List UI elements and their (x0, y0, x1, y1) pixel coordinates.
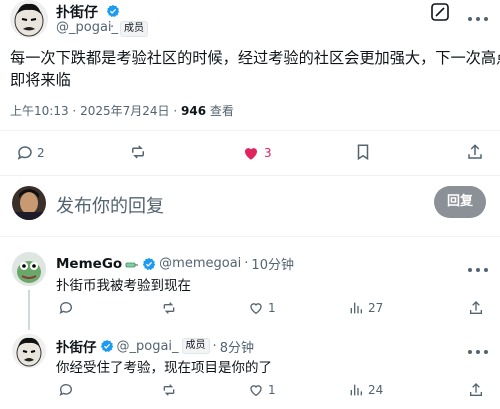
reply-text: 扑街币我被考验到现在 (56, 278, 191, 294)
reply-like-count: 1 (268, 301, 276, 315)
repost-icon (132, 145, 144, 159)
verified-badge-icon (106, 4, 120, 18)
heart-filled-icon (245, 148, 257, 160)
like-action[interactable]: 3 (242, 143, 272, 163)
post-text-line-1: 每一次下跌都是考验社区的时候，经过考验的社区会更加强大，下一次高点 (10, 49, 500, 67)
member-badge: 成员 (181, 338, 210, 354)
author-handle[interactable]: @_pogai_ (56, 20, 118, 35)
post-meta: 上午10:13 · 2025年7月24日 · 946 查看 (10, 102, 234, 119)
syringe-emoji-icon (125, 259, 139, 269)
author-avatar[interactable] (10, 0, 48, 38)
more-options-icon[interactable] (466, 8, 490, 21)
reply-avatar-memego[interactable] (12, 252, 46, 286)
reply-action[interactable]: 2 (16, 143, 45, 163)
reply-header: 扑街仔 @_pogai_ 成员 · 8分钟 (56, 336, 254, 356)
reply-views-action[interactable]: 27 (348, 300, 383, 316)
author-name[interactable]: 扑街仔 (56, 2, 98, 22)
heart-icon (250, 303, 262, 315)
member-badge: 成员 (120, 21, 148, 37)
reply-like-action[interactable]: 1 (248, 382, 276, 398)
reply-author-name[interactable]: 扑街仔 (56, 336, 97, 356)
reply-icon (59, 384, 72, 396)
reply-time[interactable]: 10分钟 (251, 254, 294, 273)
reply-time[interactable]: 8分钟 (220, 337, 254, 356)
share-icon (470, 383, 482, 396)
views-label: 查看 (209, 104, 234, 118)
reply-views-action[interactable]: 24 (348, 382, 383, 398)
reply-like-count: 1 (268, 383, 276, 397)
user-avatar[interactable] (12, 186, 46, 220)
reply-share-action[interactable] (468, 300, 484, 320)
views-count: 946 (181, 104, 207, 118)
reply-more-icon[interactable] (466, 341, 490, 360)
divider (0, 175, 500, 176)
reply-separator: · (244, 256, 249, 271)
repost-icon (163, 384, 175, 396)
reply-reply-action[interactable] (58, 300, 74, 320)
thread-line (28, 290, 30, 330)
repost-action[interactable] (128, 143, 148, 163)
reply-icon (59, 302, 72, 314)
reply-reply-action[interactable] (58, 382, 74, 402)
handle-separator: · (110, 20, 115, 35)
reply-views-count: 27 (368, 301, 384, 315)
reply-header: MemeGo @memegoai · 10分钟 (56, 254, 294, 274)
reply-author-handle[interactable]: @memegoai (159, 256, 241, 271)
reply-share-action[interactable] (468, 382, 484, 402)
reply-icon (17, 146, 32, 160)
repost-icon (163, 302, 175, 314)
share-icon (468, 144, 482, 159)
reply-submit-button[interactable]: 回复 (434, 186, 486, 218)
meta-separator: · (72, 104, 77, 118)
verified-badge-icon (100, 339, 113, 353)
reply-author-handle[interactable]: @_pogai_ (117, 339, 179, 354)
post-text-line-2: 即将来临 (10, 71, 71, 89)
post-date[interactable]: 2025年7月24日 (80, 104, 169, 118)
reply-compose-input[interactable]: 发布你的回复 (56, 192, 164, 218)
share-icon (470, 301, 482, 314)
reply-text: 你经受住了考验，现在项目是你的了 (56, 360, 272, 376)
post-time[interactable]: 上午10:13 (10, 104, 69, 118)
bookmark-icon (357, 144, 369, 161)
divider (0, 236, 500, 237)
views-bar-icon (350, 302, 362, 314)
reply-like-action[interactable]: 1 (248, 300, 276, 316)
reply-avatar-pogai[interactable] (12, 334, 46, 368)
reply-separator: · (212, 338, 217, 354)
reply-repost-action[interactable] (160, 382, 178, 402)
reply-repost-action[interactable] (160, 300, 178, 320)
like-count: 3 (264, 146, 272, 160)
share-action[interactable] (466, 143, 484, 165)
reply-author-name[interactable]: MemeGo (56, 256, 122, 272)
views-bar-icon (350, 384, 362, 396)
heart-icon (250, 385, 262, 397)
reply-count: 2 (37, 146, 45, 160)
verified-badge-icon (142, 257, 156, 270)
meta-separator: · (173, 104, 178, 118)
bookmark-action[interactable] (354, 143, 372, 165)
reply-views-count: 24 (368, 383, 384, 397)
grok-icon[interactable] (430, 2, 450, 22)
divider (0, 130, 500, 131)
reply-more-icon[interactable] (466, 259, 490, 278)
